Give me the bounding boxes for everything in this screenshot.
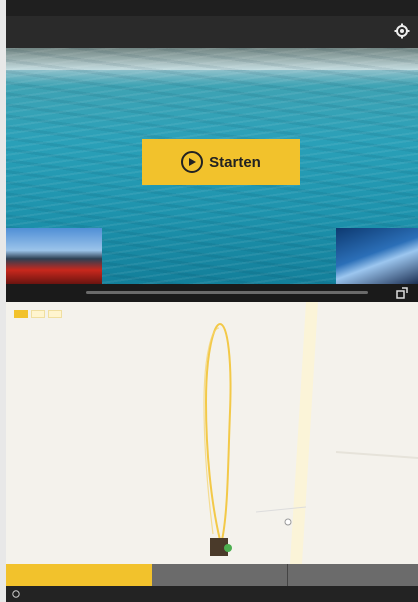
expand-icon[interactable]: [396, 287, 408, 299]
compass-icon[interactable]: [12, 590, 20, 598]
start-button[interactable]: Starten: [142, 139, 300, 185]
map-marker[interactable]: [284, 518, 292, 526]
thumbnail-previous[interactable]: [6, 228, 102, 284]
chip-3[interactable]: [48, 310, 62, 318]
footer-left: [12, 590, 24, 598]
map-filter-chips: [14, 310, 62, 318]
play-icon: [181, 151, 204, 173]
chip-2[interactable]: [31, 310, 45, 318]
thumbnail-next[interactable]: [336, 228, 418, 284]
gear-icon[interactable]: [394, 23, 410, 39]
tab-1[interactable]: [6, 564, 152, 586]
start-button-label: Starten: [209, 153, 261, 171]
video-timeline: [6, 284, 418, 302]
video-player[interactable]: Starten: [6, 48, 418, 284]
bottom-tabs: [6, 564, 418, 586]
nav-bar: [6, 16, 418, 48]
tab-3[interactable]: [288, 564, 418, 586]
timeline-scrubber[interactable]: [86, 291, 368, 294]
chip-1[interactable]: [14, 310, 28, 318]
tab-2[interactable]: [152, 564, 288, 586]
status-bar: [6, 0, 418, 16]
footer-bar: [6, 586, 418, 602]
map-canvas: [6, 302, 418, 564]
map-view[interactable]: [6, 302, 418, 564]
